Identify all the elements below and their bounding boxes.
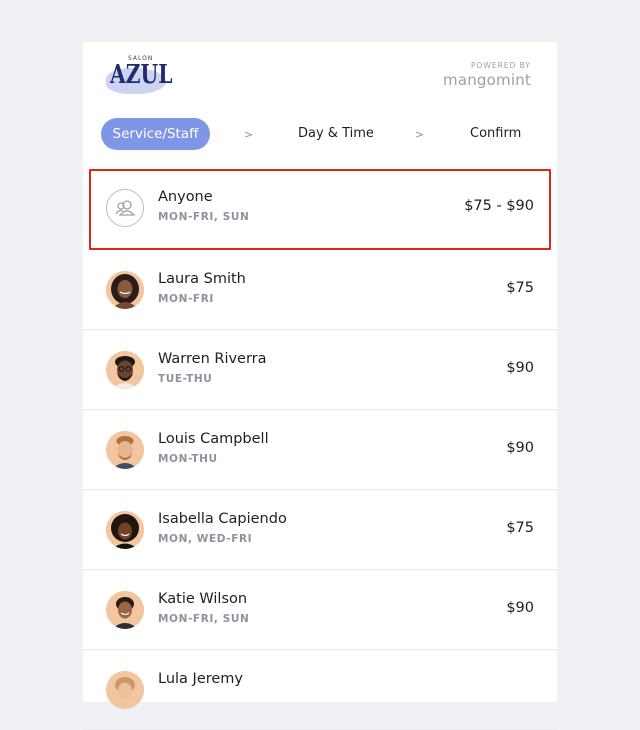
- powered-by: POWERED BY mangomint: [443, 61, 531, 89]
- staff-price: $90: [506, 600, 534, 616]
- staff-name: Lula Jeremy: [158, 671, 244, 687]
- staff-price: $90: [506, 360, 534, 376]
- staff-name: Isabella Capiendo: [158, 511, 287, 527]
- staff-days: TUE-THU: [158, 373, 213, 385]
- staff-name: Laura Smith: [158, 271, 246, 287]
- staff-price: $75 - $90: [464, 198, 534, 214]
- staff-price: $75: [506, 520, 534, 536]
- staff-name: Warren Riverra: [158, 351, 267, 367]
- staff-row-anyone[interactable]: Anyone MON-FRI, SUN $75 - $90: [89, 169, 551, 250]
- avatar-anyone: [106, 189, 144, 227]
- avatar-katie-wilson: [106, 591, 144, 629]
- warren-riverra-photo: [106, 351, 144, 389]
- staff-list: Anyone MON-FRI, SUN $75 - $90 Laura Smit…: [83, 169, 557, 730]
- step-day-time[interactable]: Day & Time: [298, 118, 374, 150]
- isabella-capiendo-photo: [106, 511, 144, 549]
- avatar-isabella-capiendo: [106, 511, 144, 549]
- avatar-warren-riverra: [106, 351, 144, 389]
- staff-name: Katie Wilson: [158, 591, 248, 607]
- avatar-lula-jeremy: [106, 671, 144, 709]
- laura-smith-photo: [106, 271, 144, 309]
- staff-row-lula-jeremy[interactable]: Lula Jeremy: [83, 650, 557, 730]
- step-separator-1: >: [244, 128, 254, 141]
- staff-days: MON-FRI, SUN: [158, 613, 250, 625]
- staff-row-laura-smith[interactable]: Laura Smith MON-FRI $75: [83, 250, 557, 330]
- staff-row-warren-riverra[interactable]: Warren Riverra TUE-THU $90: [83, 330, 557, 410]
- staff-price: $75: [506, 280, 534, 296]
- staff-row-louis-campbell[interactable]: Louis Campbell MON-THU $90: [83, 410, 557, 490]
- katie-wilson-photo: [106, 591, 144, 629]
- louis-campbell-photo: [106, 431, 144, 469]
- avatar-louis-campbell: [106, 431, 144, 469]
- staff-row-katie-wilson[interactable]: Katie Wilson MON-FRI, SUN $90: [83, 570, 557, 650]
- staff-name: Anyone: [158, 189, 213, 205]
- staff-name: Louis Campbell: [158, 431, 269, 447]
- staff-days: MON-FRI, SUN: [158, 211, 250, 223]
- staff-price: $90: [506, 440, 534, 456]
- step-service-staff[interactable]: Service/Staff: [101, 118, 210, 150]
- booking-steps: Service/Staff > Day & Time > Confirm: [83, 118, 557, 150]
- mangomint-brand: mangomint: [443, 71, 531, 89]
- staff-row-isabella-capiendo[interactable]: Isabella Capiendo MON, WED-FRI $75: [83, 490, 557, 570]
- staff-days: MON-THU: [158, 453, 218, 465]
- salon-azul-logo: SALON AZUL: [104, 54, 174, 98]
- step-confirm[interactable]: Confirm: [470, 118, 521, 150]
- logo-main-text: AZUL: [110, 60, 173, 90]
- staff-days: MON, WED-FRI: [158, 533, 253, 545]
- group-icon: [115, 200, 136, 216]
- avatar-laura-smith: [106, 271, 144, 309]
- staff-days: MON-FRI: [158, 293, 214, 305]
- powered-by-label: POWERED BY: [470, 61, 531, 70]
- lula-jeremy-photo: [106, 671, 144, 709]
- step-separator-2: >: [415, 128, 425, 141]
- booking-card: SALON AZUL POWERED BY mangomint Service/…: [83, 42, 557, 730]
